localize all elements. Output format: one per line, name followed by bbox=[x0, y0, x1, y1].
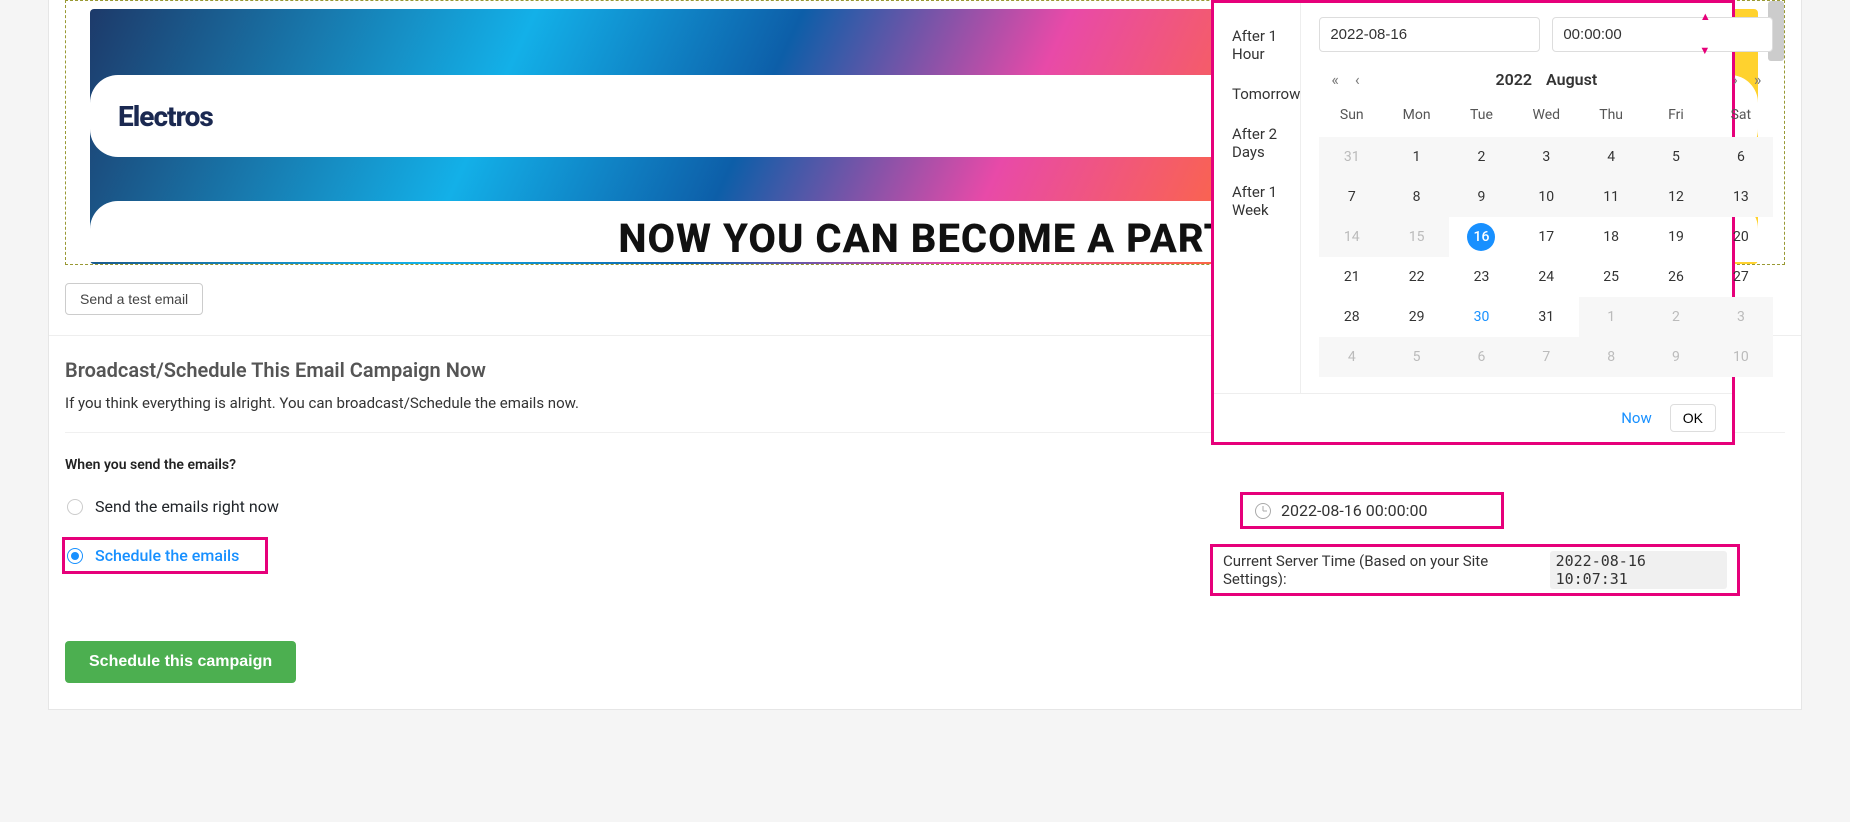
calendar-day[interactable]: 22 bbox=[1384, 257, 1449, 297]
weekday-header: Fri bbox=[1644, 99, 1709, 137]
calendar-day[interactable]: 31 bbox=[1514, 297, 1579, 337]
calendar-day[interactable]: 11 bbox=[1579, 177, 1644, 217]
picker-footer: Now OK bbox=[1214, 393, 1732, 442]
send-when-question: When you send the emails? bbox=[65, 457, 1785, 473]
calendar-day[interactable]: 23 bbox=[1449, 257, 1514, 297]
shortcut-tomorrow[interactable]: Tomorrow bbox=[1232, 85, 1300, 103]
picker-time-input[interactable] bbox=[1552, 17, 1773, 52]
picker-main: ▲▼ « ‹ 2022 August › » bbox=[1301, 3, 1791, 393]
weekday-header: Tue bbox=[1449, 99, 1514, 137]
radio-send-now[interactable]: Send the emails right now bbox=[65, 491, 1785, 522]
calendar-day[interactable]: 28 bbox=[1319, 297, 1384, 337]
calendar-day[interactable]: 15 bbox=[1384, 217, 1449, 257]
radio-icon bbox=[67, 548, 83, 564]
calendar-day[interactable]: 6 bbox=[1708, 137, 1773, 177]
next-year-icon[interactable]: » bbox=[1748, 70, 1768, 89]
picker-year[interactable]: 2022 bbox=[1495, 70, 1532, 89]
calendar-day[interactable]: 1 bbox=[1579, 297, 1644, 337]
calendar-day[interactable]: 26 bbox=[1644, 257, 1709, 297]
radio-icon bbox=[67, 499, 83, 515]
send-test-email-button[interactable]: Send a test email bbox=[65, 283, 203, 315]
calendar-day[interactable]: 24 bbox=[1514, 257, 1579, 297]
calendar-day[interactable]: 7 bbox=[1319, 177, 1384, 217]
scheduled-datetime-value: 2022-08-16 00:00:00 bbox=[1281, 501, 1427, 520]
prev-month-icon[interactable]: ‹ bbox=[1349, 70, 1366, 89]
calendar-day[interactable]: 12 bbox=[1644, 177, 1709, 217]
shortcut-after-1-week[interactable]: After 1 Week bbox=[1232, 183, 1300, 219]
calendar-day[interactable]: 31 bbox=[1319, 137, 1384, 177]
weekday-header: Wed bbox=[1514, 99, 1579, 137]
weekday-header: Sun bbox=[1319, 99, 1384, 137]
server-time-label: Current Server Time (Based on your Site … bbox=[1223, 552, 1544, 588]
calendar-day[interactable]: 9 bbox=[1449, 177, 1514, 217]
radio-label-now: Send the emails right now bbox=[95, 497, 279, 516]
radio-label-schedule: Schedule the emails bbox=[95, 546, 239, 565]
server-time-value: 2022-08-16 10:07:31 bbox=[1550, 551, 1727, 589]
calendar-day[interactable]: 9 bbox=[1644, 337, 1709, 377]
calendar-day[interactable]: 4 bbox=[1579, 137, 1644, 177]
schedule-campaign-button[interactable]: Schedule this campaign bbox=[65, 641, 296, 683]
calendar-grid: Sun Mon Tue Wed Thu Fri Sat 31 1 2 3 bbox=[1319, 99, 1773, 377]
clock-icon bbox=[1255, 503, 1271, 519]
server-time-row: Current Server Time (Based on your Site … bbox=[1210, 544, 1740, 596]
datetime-picker: After 1 Hour Tomorrow After 2 Days After… bbox=[1211, 0, 1735, 445]
picker-month[interactable]: August bbox=[1546, 70, 1597, 89]
calendar-day[interactable]: 7 bbox=[1514, 337, 1579, 377]
picker-now-link[interactable]: Now bbox=[1621, 409, 1652, 427]
calendar-day[interactable]: 8 bbox=[1579, 337, 1644, 377]
calendar-day[interactable]: 2 bbox=[1644, 297, 1709, 337]
calendar-day-selected[interactable]: 16 bbox=[1449, 217, 1514, 257]
scheduled-datetime-field[interactable]: 2022-08-16 00:00:00 bbox=[1240, 492, 1504, 529]
calendar-day[interactable]: 2 bbox=[1449, 137, 1514, 177]
calendar-day[interactable]: 10 bbox=[1514, 177, 1579, 217]
picker-shortcuts: After 1 Hour Tomorrow After 2 Days After… bbox=[1214, 3, 1301, 393]
weekday-header: Mon bbox=[1384, 99, 1449, 137]
calendar-day[interactable]: 13 bbox=[1708, 177, 1773, 217]
picker-ok-button[interactable]: OK bbox=[1670, 404, 1716, 432]
calendar-day[interactable]: 29 bbox=[1384, 297, 1449, 337]
calendar-day[interactable]: 5 bbox=[1384, 337, 1449, 377]
next-month-icon[interactable]: › bbox=[1727, 70, 1744, 89]
calendar-day[interactable]: 3 bbox=[1514, 137, 1579, 177]
calendar-day[interactable]: 8 bbox=[1384, 177, 1449, 217]
radio-schedule[interactable]: Schedule the emails bbox=[65, 540, 265, 571]
calendar-day[interactable]: 17 bbox=[1514, 217, 1579, 257]
calendar-day[interactable]: 5 bbox=[1644, 137, 1709, 177]
calendar-day[interactable]: 6 bbox=[1449, 337, 1514, 377]
calendar-day[interactable]: 18 bbox=[1579, 217, 1644, 257]
weekday-header: Sat bbox=[1708, 99, 1773, 137]
calendar-day[interactable]: 27 bbox=[1708, 257, 1773, 297]
calendar-day[interactable]: 21 bbox=[1319, 257, 1384, 297]
prev-year-icon[interactable]: « bbox=[1325, 70, 1345, 89]
calendar-day[interactable]: 25 bbox=[1579, 257, 1644, 297]
calendar-day[interactable]: 10 bbox=[1708, 337, 1773, 377]
calendar-day[interactable]: 4 bbox=[1319, 337, 1384, 377]
weekday-header: Thu bbox=[1579, 99, 1644, 137]
calendar-day[interactable]: 19 bbox=[1644, 217, 1709, 257]
picker-date-input[interactable] bbox=[1319, 17, 1540, 52]
time-spinner-icon: ▲▼ bbox=[1699, 11, 1711, 22]
calendar-day[interactable]: 30 bbox=[1449, 297, 1514, 337]
brand-logo: Electros bbox=[118, 100, 213, 133]
calendar-day[interactable]: 1 bbox=[1384, 137, 1449, 177]
shortcut-after-2-days[interactable]: After 2 Days bbox=[1232, 125, 1300, 161]
shortcut-after-1-hour[interactable]: After 1 Hour bbox=[1232, 27, 1300, 63]
calendar-day[interactable]: 3 bbox=[1708, 297, 1773, 337]
calendar-day[interactable]: 14 bbox=[1319, 217, 1384, 257]
calendar-day[interactable]: 20 bbox=[1708, 217, 1773, 257]
